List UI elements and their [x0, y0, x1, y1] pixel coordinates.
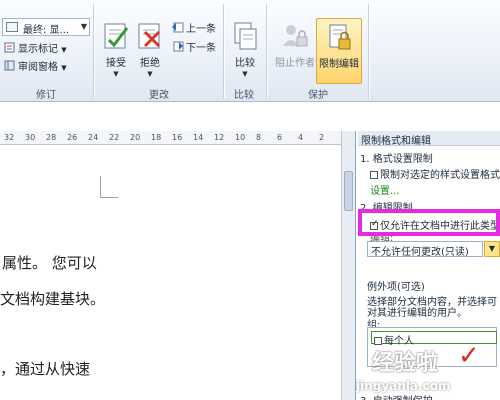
ruler-tick-label: 2 [319, 133, 325, 142]
document-page[interactable]: 属性。 您可以 文档构建基块。 ，通过从快速 … [0, 146, 341, 400]
tracking-group-label: 修订 [36, 90, 56, 101]
reject-icon [138, 23, 161, 49]
group-separator [93, 4, 94, 98]
restrict-editing-button[interactable]: 限制编辑 [316, 18, 362, 84]
compare-icon [234, 22, 257, 50]
ruler-tick-label: 10 [235, 133, 246, 142]
chevron-down-icon: ▼ [242, 70, 248, 78]
chevron-down-icon[interactable]: ▼ [484, 241, 500, 257]
document-text-line: 文档构建基块。 [0, 290, 106, 308]
document-text-line: ，通过从快速 [0, 360, 91, 378]
reject-button[interactable]: 拒绝 ▼ [133, 20, 167, 84]
changes-group-label: 更改 [149, 90, 169, 101]
highlight-box [358, 209, 500, 236]
chevron-down-icon: ▼ [61, 46, 67, 54]
review-pane-icon [4, 60, 15, 71]
restrict-editing-icon [329, 24, 351, 50]
horizontal-ruler[interactable]: 32 30 28 26 24 22 20 18 16 14 12 10 8 6 4 2 [0, 131, 355, 145]
previous-change-button[interactable]: 上一条 [170, 20, 216, 37]
review-pane-button[interactable]: 审阅窗格 ▼ [2, 58, 67, 75]
ruler-tick-label: 4 [298, 133, 304, 142]
next-change-label: 下一条 [186, 43, 216, 54]
ruler-tick-label: 6 [277, 133, 283, 142]
document-scrollbar[interactable] [341, 131, 355, 400]
group-separator [223, 4, 224, 98]
next-change-button[interactable]: 下一条 [170, 39, 216, 56]
watermark-check-icon: ✓ [458, 341, 480, 371]
formatting-restriction-option[interactable]: 限制对选定的样式设置格式 [370, 166, 500, 181]
formatting-restrictions-heading: 1. 格式设置限制 [360, 154, 433, 165]
previous-icon [172, 22, 184, 33]
block-authors-label: 阻止作者 [275, 58, 315, 69]
ruler-tick-label: 20 [130, 133, 141, 142]
ruler-tick-label: 22 [109, 133, 120, 142]
group-separator [266, 4, 267, 98]
document-icon [6, 22, 18, 32]
group-everyone-checkbox[interactable] [374, 337, 382, 345]
ruler-tick-label: 24 [88, 133, 99, 142]
accept-icon [104, 23, 129, 49]
ruler-tick-label: 8 [256, 133, 262, 142]
document-area: 属性。 您可以 文档构建基块。 ，通过从快速 … [0, 146, 341, 400]
accept-button[interactable]: 接受 ▼ [99, 20, 133, 84]
document-text-line: … [10, 391, 25, 400]
block-authors-button[interactable]: 阻止作者 [274, 20, 316, 84]
review-pane-label: 审阅窗格 [18, 62, 58, 73]
enforce-protection-heading: 3. 启动强制保护 [360, 392, 433, 400]
chevron-down-icon: ▼ [80, 22, 87, 31]
display-for-review-value: 最终: 显... [23, 25, 70, 36]
markup-icon [4, 42, 15, 53]
restrict-editing-label: 限制编辑 [319, 59, 359, 70]
exceptions-heading: 例外项(可选) [367, 282, 425, 293]
display-for-review-select[interactable]: 最终: 显... ▼ [2, 18, 90, 36]
group-separator [368, 4, 369, 98]
watermark-logo-text: 经验啦 [372, 351, 439, 376]
chevron-down-icon: ▼ [147, 70, 153, 78]
accept-label: 接受 [106, 58, 126, 69]
editing-type-select[interactable]: 不允许任何更改(只读) [367, 241, 483, 258]
ribbon: 最终: 显... ▼ 显示标记 ▼ 审阅窗格 ▼ 修订 接受 ▼ 拒绝 ▼ 上一… [0, 0, 500, 102]
compare-group-label: 比较 [234, 90, 254, 101]
show-markup-label: 显示标记 [18, 44, 58, 55]
settings-link[interactable]: 设置... [370, 182, 400, 197]
compare-label: 比较 [235, 58, 255, 69]
ruler-tick-label: 16 [172, 133, 183, 142]
compare-button[interactable]: 比较 ▼ [228, 20, 262, 84]
scrollbar-thumb[interactable] [344, 171, 353, 211]
exceptions-description: 对其进行编辑的用户。 [367, 308, 467, 319]
ruler-tick-label: 30 [25, 133, 36, 142]
chevron-down-icon: ▼ [113, 70, 119, 78]
watermark-url: jingyanla.com [356, 379, 451, 393]
chevron-down-icon: ▼ [61, 64, 67, 72]
show-markup-button[interactable]: 显示标记 ▼ [2, 40, 67, 57]
next-icon [173, 41, 184, 52]
document-text-line: 属性。 您可以 [2, 254, 97, 272]
previous-change-label: 上一条 [186, 24, 216, 35]
block-authors-icon [283, 25, 308, 47]
ruler-tick-label: 32 [4, 133, 15, 142]
reject-label: 拒绝 [140, 58, 160, 69]
ruler-tick-label: 12 [214, 133, 225, 142]
ruler-tick-label: 18 [151, 133, 162, 142]
protect-group-label: 保护 [308, 90, 328, 101]
ruler-tick-label: 14 [193, 133, 204, 142]
formatting-restriction-checkbox[interactable] [370, 171, 378, 179]
pane-title: 限制格式和编辑 [358, 131, 500, 147]
ruler-tick-label: 28 [46, 133, 57, 142]
ruler-tick-label: 26 [67, 133, 78, 142]
formatting-restriction-label: 限制对选定的样式设置格式 [380, 170, 500, 181]
text-boundary-mark [100, 176, 118, 198]
